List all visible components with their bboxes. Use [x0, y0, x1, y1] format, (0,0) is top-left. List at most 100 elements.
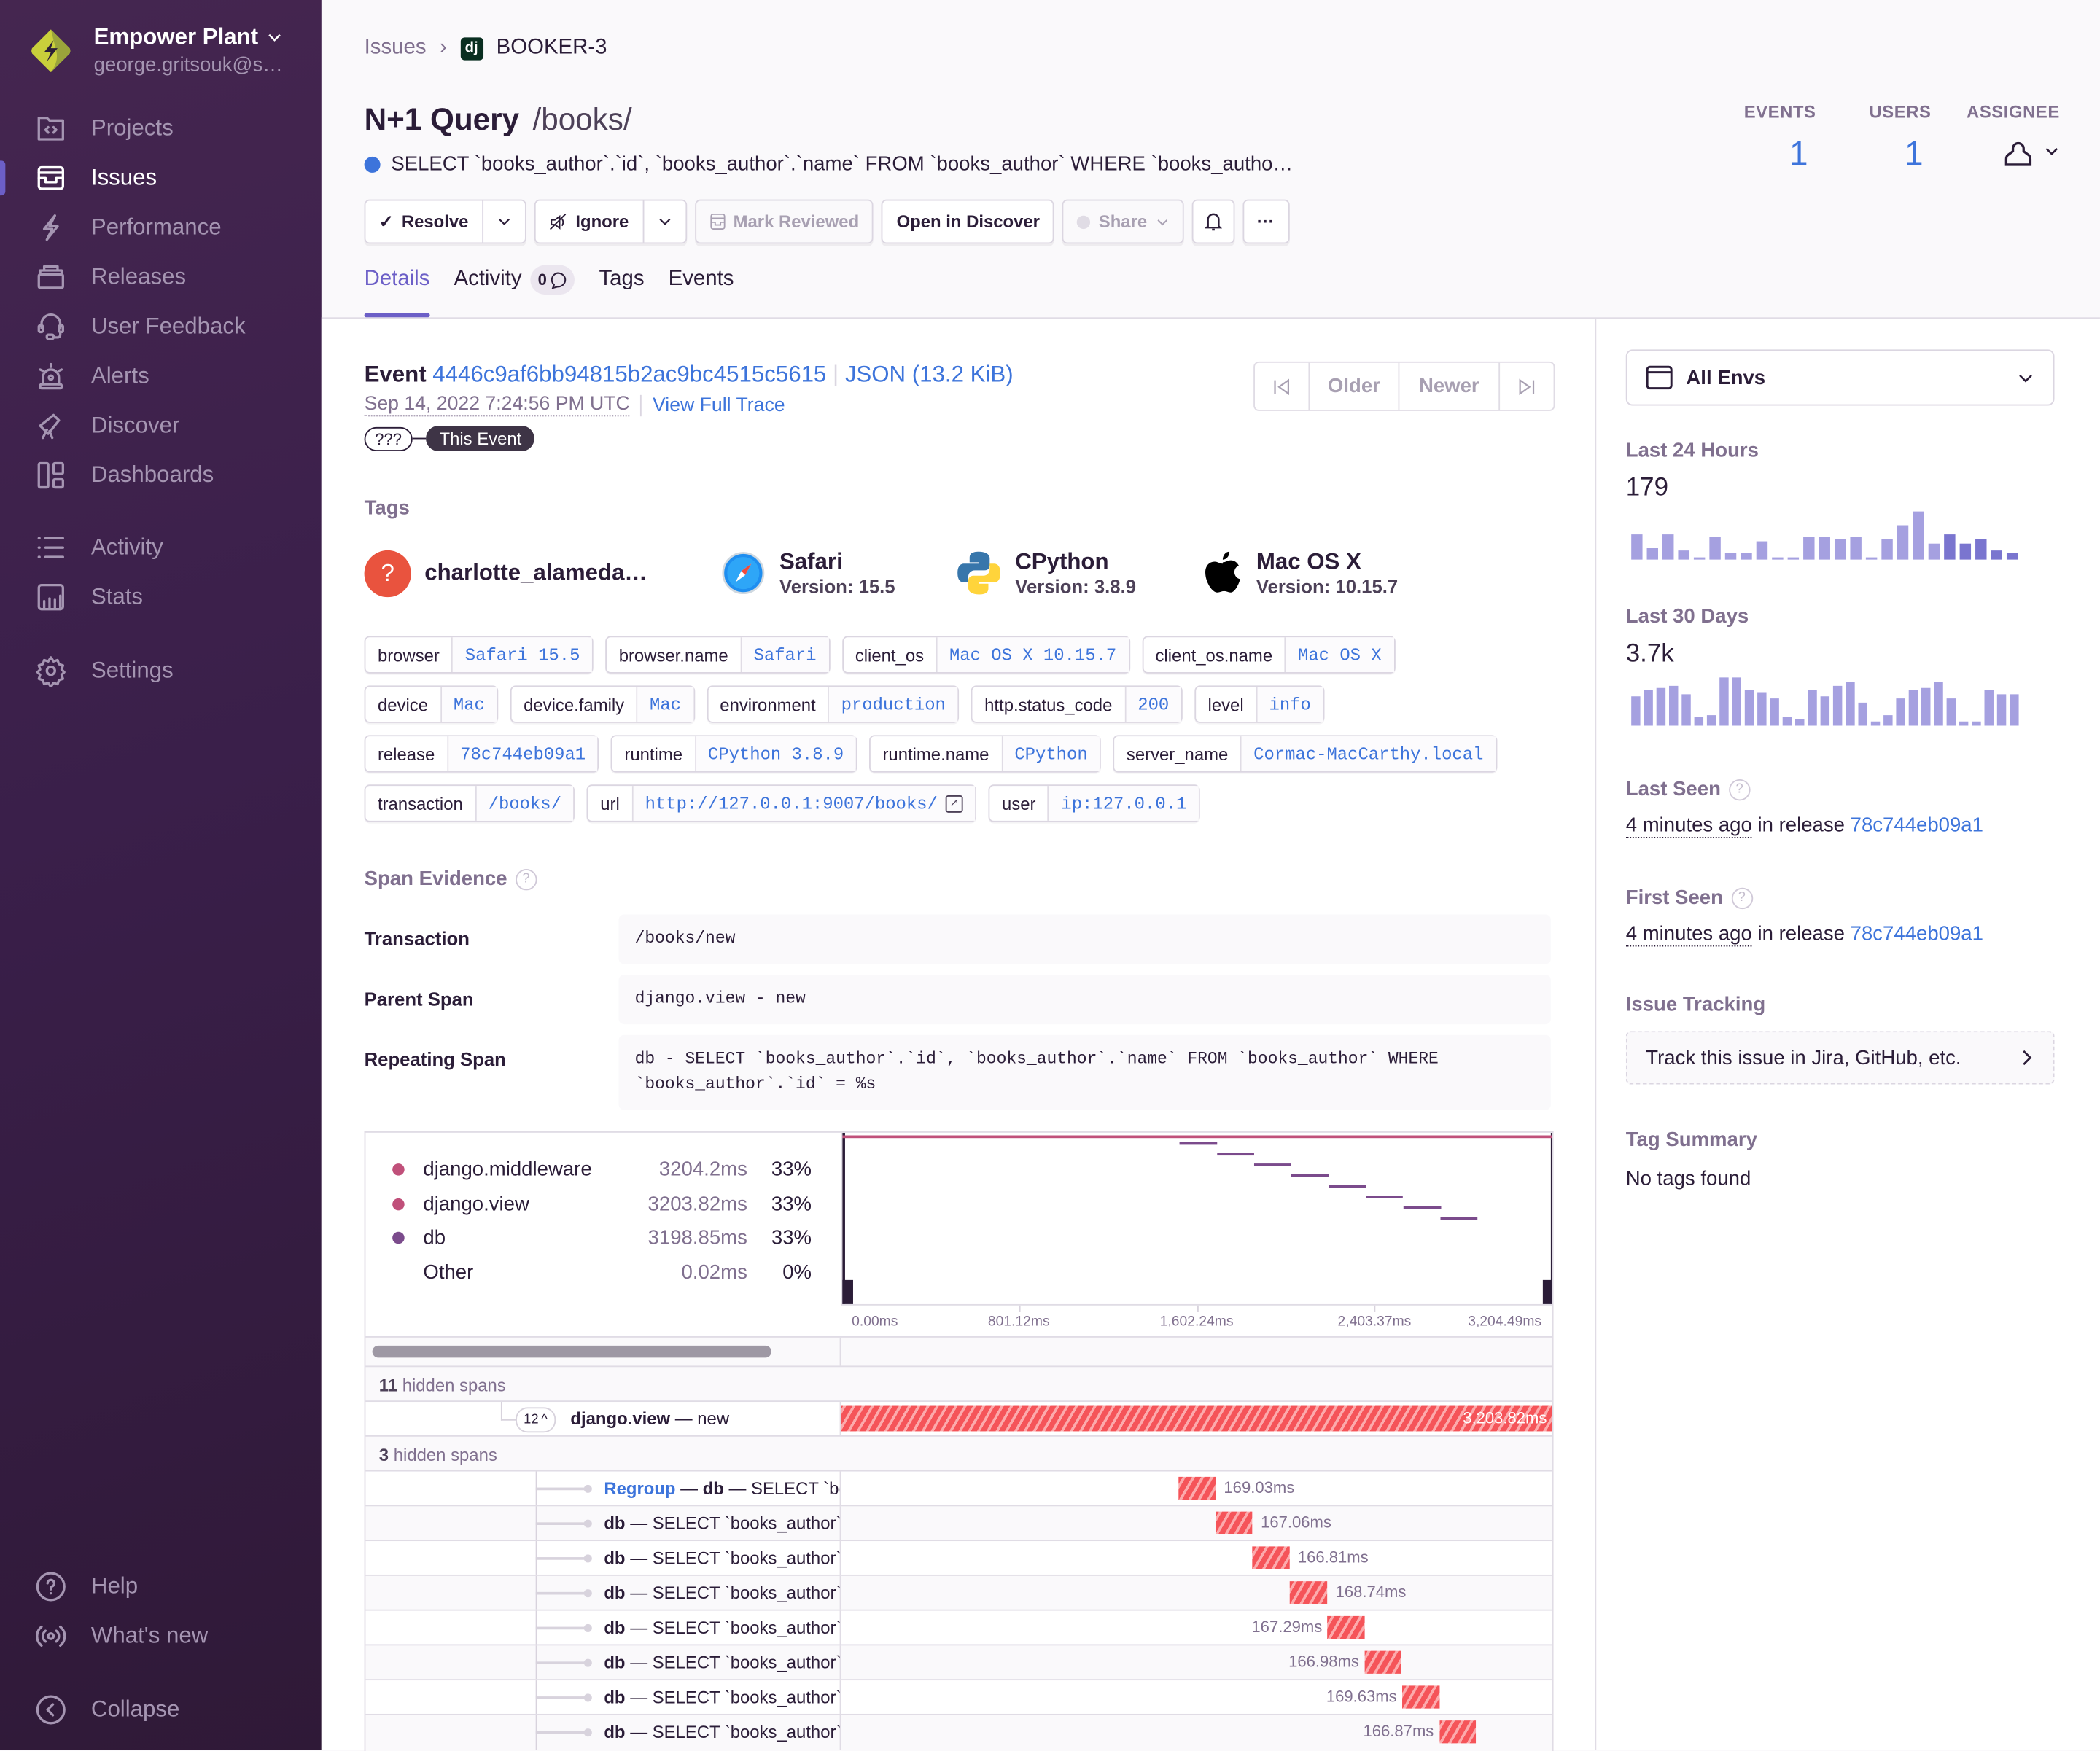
- tag-pill[interactable]: transaction/books/: [364, 784, 575, 822]
- mark-reviewed-button[interactable]: Mark Reviewed: [694, 199, 874, 244]
- tag-value[interactable]: 78c744eb09a1: [448, 736, 598, 771]
- tag-pill[interactable]: server_name Cormac-MacCarthy.local: [1113, 735, 1497, 773]
- last-24h-chart[interactable]: [1631, 506, 2022, 560]
- chart-bar[interactable]: [1808, 690, 1817, 726]
- tab-details[interactable]: Details: [364, 268, 429, 318]
- sidebar-item-whats-new[interactable]: What's new: [35, 1619, 209, 1654]
- chart-bar[interactable]: [1908, 690, 1918, 726]
- span-row[interactable]: Regroup — db — SELECT `books_author` 169.…: [365, 1470, 1552, 1507]
- sidebar-item-projects[interactable]: Projects: [35, 111, 174, 146]
- tag-pill[interactable]: device Mac: [364, 685, 499, 723]
- chart-bar[interactable]: [1959, 721, 1969, 726]
- tag-pill[interactable]: device.family Mac: [510, 685, 695, 723]
- chart-bar[interactable]: [1631, 534, 1643, 560]
- chart-bar[interactable]: [1846, 682, 1855, 726]
- help-icon[interactable]: ?: [515, 868, 537, 890]
- chart-bar[interactable]: [1820, 696, 1830, 726]
- chart-bar[interactable]: [1732, 677, 1741, 726]
- chart-bar[interactable]: [1694, 717, 1704, 726]
- last-30d-chart[interactable]: [1631, 672, 2022, 726]
- sidebar-collapse-button[interactable]: Collapse: [35, 1693, 180, 1728]
- chart-bar[interactable]: [1883, 715, 1893, 726]
- trace-unknown-chip[interactable]: ???: [364, 426, 413, 451]
- breadcrumb-issues-link[interactable]: Issues: [365, 36, 427, 61]
- sidebar-item-discover[interactable]: Discover: [35, 408, 180, 443]
- tag-pill[interactable]: client_os.name Mac OS X: [1142, 636, 1396, 674]
- chart-bar[interactable]: [1772, 557, 1784, 560]
- tag-pill[interactable]: release 78c744eb09a1: [364, 735, 599, 773]
- span-row-parent[interactable]: 12 ^ django.view — new 3,203.82ms: [365, 1400, 1552, 1437]
- users-count[interactable]: 1: [1816, 136, 1932, 174]
- chart-bar[interactable]: [2010, 694, 2019, 726]
- chart-bar[interactable]: [1991, 550, 2002, 560]
- sidebar-item-help[interactable]: Help: [35, 1569, 138, 1604]
- tag-pill[interactable]: browser Safari 15.5: [364, 636, 594, 674]
- chart-bar[interactable]: [1646, 547, 1658, 560]
- tag-pill[interactable]: user ip:127.0.0.1: [988, 784, 1200, 822]
- resolve-button[interactable]: ✓ Resolve: [365, 201, 481, 243]
- tag-pill[interactable]: level info: [1194, 685, 1325, 723]
- chart-bar[interactable]: [1870, 721, 1881, 726]
- chart-bar[interactable]: [1865, 557, 1878, 560]
- sidebar-item-issues[interactable]: Issues: [35, 160, 157, 195]
- span-row[interactable]: db — SELECT `books_author` 166.98ms: [365, 1644, 1552, 1681]
- event-json-link[interactable]: JSON (13.2 KiB): [845, 362, 1014, 387]
- help-icon[interactable]: ?: [1728, 779, 1751, 800]
- ignore-button[interactable]: Ignore: [535, 201, 642, 243]
- regroup-link[interactable]: Regroup: [604, 1478, 675, 1499]
- chart-bar[interactable]: [1681, 694, 1691, 726]
- tag-value[interactable]: 200: [1125, 687, 1181, 722]
- tag-value[interactable]: Mac: [637, 687, 693, 722]
- org-switcher[interactable]: Empower Plant george.gritsouk@s…: [27, 24, 283, 77]
- sidebar-item-settings[interactable]: Settings: [35, 653, 174, 688]
- oldest-event-button[interactable]: [1255, 363, 1308, 410]
- span-row[interactable]: db — SELECT `books_author` 166.87ms: [365, 1713, 1552, 1750]
- sidebar-item-performance[interactable]: Performance: [35, 210, 222, 245]
- chart-bar[interactable]: [1631, 696, 1641, 726]
- tag-value[interactable]: CPython 3.8.9: [696, 736, 856, 771]
- open-in-discover-button[interactable]: Open in Discover: [882, 199, 1055, 244]
- tag-value[interactable]: ip:127.0.0.1: [1049, 786, 1199, 821]
- chart-bar[interactable]: [1934, 682, 1943, 726]
- chart-bar[interactable]: [1787, 557, 1800, 560]
- sidebar-item-user-feedback[interactable]: User Feedback: [35, 309, 246, 344]
- chart-bar[interactable]: [1819, 537, 1830, 560]
- chart-bar[interactable]: [1741, 553, 1752, 560]
- chart-bar[interactable]: [1896, 698, 1905, 726]
- tag-pill[interactable]: url http://127.0.0.1:9007/books/ ↗: [586, 784, 977, 822]
- tag-pill[interactable]: environment production: [706, 685, 960, 723]
- chart-bar[interactable]: [1913, 511, 1924, 560]
- chart-bar[interactable]: [1644, 690, 1653, 726]
- subscribe-button[interactable]: [1191, 199, 1234, 244]
- chart-bar[interactable]: [1832, 685, 1843, 726]
- horizontal-scrollbar[interactable]: [372, 1345, 771, 1358]
- tag-pill[interactable]: browser.name Safari: [605, 636, 830, 674]
- chart-bar[interactable]: [1850, 537, 1862, 560]
- tag-value[interactable]: Cormac-MacCarthy.local: [1241, 736, 1496, 771]
- chart-bar[interactable]: [1719, 677, 1729, 726]
- more-actions-button[interactable]: ···: [1242, 199, 1289, 244]
- chart-bar[interactable]: [1834, 539, 1846, 560]
- tag-value[interactable]: production: [829, 687, 958, 722]
- chart-bar[interactable]: [1669, 685, 1679, 726]
- tag-value[interactable]: CPython: [1002, 736, 1100, 771]
- span-row[interactable]: db — SELECT `books_author` 168.74ms: [365, 1574, 1552, 1611]
- chart-bar[interactable]: [1975, 539, 1987, 560]
- tag-pill[interactable]: client_os Mac OS X 10.15.7: [841, 636, 1130, 674]
- tag-value[interactable]: http://127.0.0.1:9007/books/ ↗: [633, 786, 976, 821]
- chart-bar[interactable]: [1678, 550, 1689, 560]
- chart-bar[interactable]: [1803, 537, 1815, 560]
- chart-bar[interactable]: [1709, 537, 1721, 560]
- chart-bar[interactable]: [1897, 525, 1909, 560]
- chart-bar[interactable]: [1946, 698, 1956, 726]
- sidebar-item-dashboards[interactable]: Dashboards: [35, 458, 214, 493]
- external-link-icon[interactable]: ↗: [945, 795, 963, 812]
- view-full-trace-link[interactable]: View Full Trace: [653, 394, 785, 416]
- hidden-spans-row[interactable]: 3 hidden spans: [365, 1435, 1552, 1472]
- tag-pill[interactable]: runtime.name CPython: [869, 735, 1102, 773]
- chart-bar[interactable]: [2006, 553, 2018, 560]
- sidebar-item-activity[interactable]: Activity: [35, 530, 163, 565]
- sidebar-item-alerts[interactable]: Alerts: [35, 359, 149, 394]
- span-row[interactable]: db — SELECT `books_author` 167.06ms: [365, 1505, 1552, 1542]
- sidebar-item-releases[interactable]: Releases: [35, 260, 186, 295]
